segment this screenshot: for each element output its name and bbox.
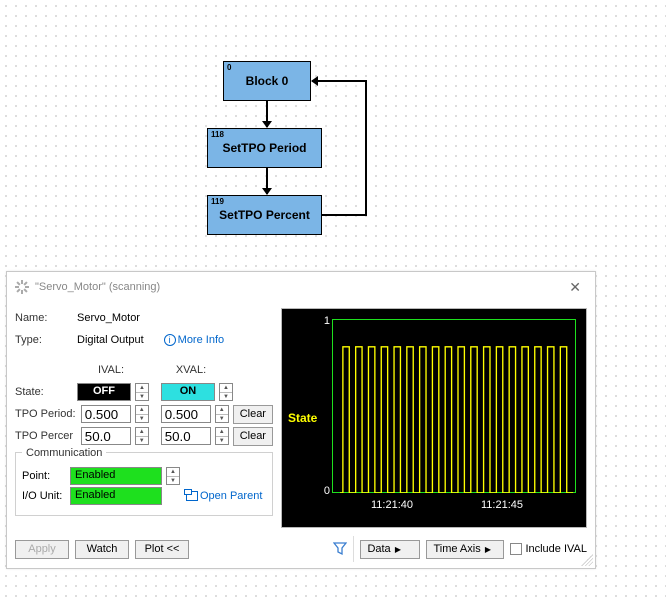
data-button[interactable]: Data ▶ — [360, 540, 420, 559]
arrow-icon — [312, 80, 366, 82]
watch-button[interactable]: Watch — [75, 540, 129, 559]
type-label: Type: — [15, 334, 73, 346]
apply-button[interactable]: Apply — [15, 540, 69, 559]
name-value: Servo_Motor — [77, 312, 140, 324]
tpo-percent-ival-input[interactable] — [81, 427, 131, 445]
triangle-right-icon: ▶ — [393, 545, 401, 554]
name-label: Name: — [15, 312, 73, 324]
chart-ylabel: State — [288, 411, 317, 425]
point-value: Enabled — [70, 467, 162, 485]
time-axis-button[interactable]: Time Axis ▶ — [426, 540, 504, 559]
arrow-icon — [266, 101, 268, 127]
tpo-period-xval-stepper[interactable]: ▲▼ — [215, 405, 229, 423]
tpo-period-xval-input[interactable] — [161, 405, 211, 423]
point-stepper[interactable]: ▲▼ — [166, 467, 180, 485]
diagram-block[interactable]: 118 SetTPO Period — [207, 128, 322, 168]
state-ival-value: OFF — [77, 383, 131, 401]
arrow-icon — [266, 168, 268, 194]
include-ival-checkbox[interactable]: Include IVAL — [510, 543, 587, 555]
block-label: SetTPO Percent — [208, 208, 321, 222]
state-xval-value: ON — [161, 383, 215, 401]
plot-button[interactable]: Plot << — [135, 540, 189, 559]
tpo-percent-ival-stepper[interactable]: ▲▼ — [135, 427, 149, 445]
scanning-icon — [15, 280, 29, 294]
clear-percent-button[interactable]: Clear — [233, 427, 273, 446]
info-icon: i — [164, 334, 176, 346]
chart-ytick: 0 — [324, 485, 330, 497]
block-id: 0 — [227, 63, 231, 72]
tpo-percent-label: TPO Percer — [15, 430, 77, 442]
filter-icon[interactable] — [333, 542, 347, 556]
communication-legend: Communication — [22, 447, 106, 459]
chart-xtick: 11:21:45 — [481, 499, 523, 511]
io-unit-label: I/O Unit: — [22, 490, 66, 502]
diagram-block[interactable]: 119 SetTPO Percent — [207, 195, 322, 235]
close-button[interactable]: ✕ — [563, 277, 587, 298]
block-id: 119 — [211, 197, 224, 206]
block-label: SetTPO Period — [208, 141, 321, 155]
properties-dialog: "Servo_Motor" (scanning) ✕ Name: Servo_M… — [6, 271, 596, 569]
tpo-percent-xval-input[interactable] — [161, 427, 211, 445]
state-chart[interactable]: State 1 0 11:21:40 11:21:45 — [281, 308, 587, 528]
xval-header: XVAL: — [157, 364, 225, 376]
chart-ytick: 1 — [324, 315, 330, 327]
chart-xtick: 11:21:40 — [371, 499, 413, 511]
open-parent-icon — [186, 491, 198, 501]
clear-period-button[interactable]: Clear — [233, 405, 273, 424]
state-label: State: — [15, 386, 73, 398]
point-label: Point: — [22, 470, 66, 482]
type-value: Digital Output — [77, 334, 144, 346]
resize-grip[interactable] — [581, 554, 593, 566]
tpo-period-ival-stepper[interactable]: ▲▼ — [135, 405, 149, 423]
triangle-right-icon: ▶ — [483, 545, 491, 554]
ival-header: IVAL: — [77, 364, 145, 376]
state-ival-stepper[interactable]: ▲▼ — [135, 383, 149, 401]
tpo-percent-xval-stepper[interactable]: ▲▼ — [215, 427, 229, 445]
connector-line — [365, 80, 367, 216]
open-parent-link[interactable]: Open Parent — [186, 490, 262, 502]
communication-group: Communication Point: Enabled ▲▼ I/O Unit… — [15, 452, 273, 516]
tpo-period-ival-input[interactable] — [81, 405, 131, 423]
io-unit-value: Enabled — [70, 487, 162, 505]
more-info-link[interactable]: iMore Info — [164, 334, 224, 346]
tpo-period-label: TPO Period: — [15, 408, 77, 420]
state-xval-stepper[interactable]: ▲▼ — [219, 383, 233, 401]
diagram-block[interactable]: 0 Block 0 — [223, 61, 311, 101]
dialog-title: "Servo_Motor" (scanning) — [35, 281, 160, 293]
connector-line — [322, 214, 366, 216]
block-label: Block 0 — [224, 74, 310, 88]
block-id: 118 — [211, 130, 224, 139]
